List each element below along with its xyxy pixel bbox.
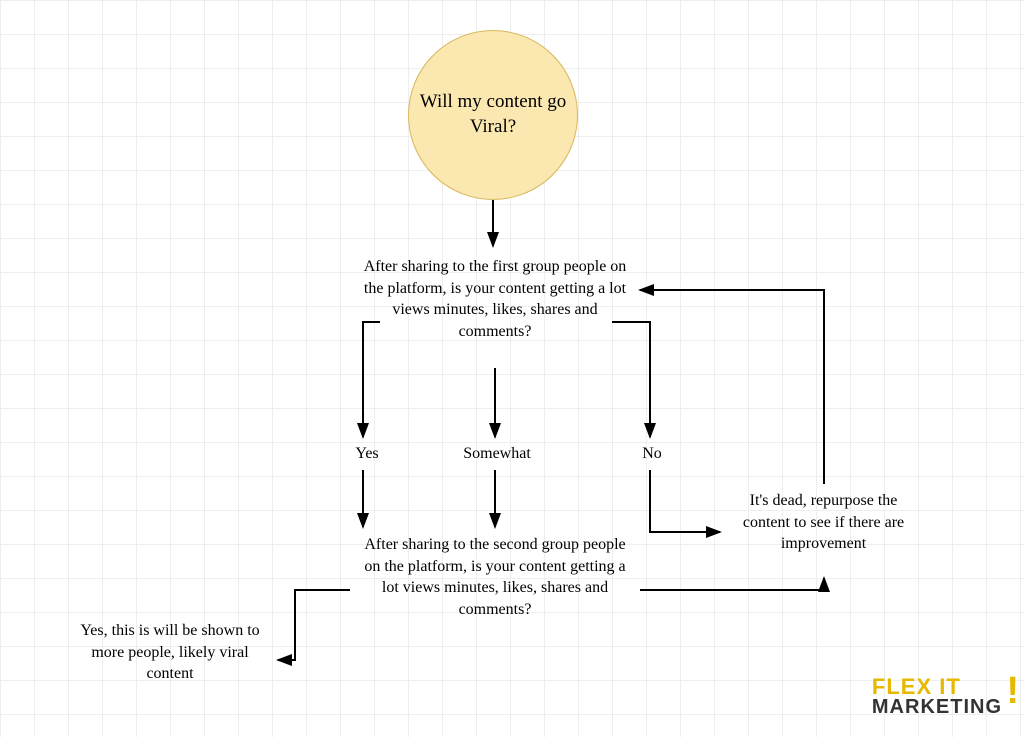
- logo-line-1: FLEX IT: [872, 677, 1002, 698]
- answer-somewhat-text: Somewhat: [463, 445, 531, 462]
- viral-text: Yes, this is will be shown to more peopl…: [80, 622, 259, 682]
- answer-no: No: [632, 445, 672, 463]
- viral-node: Yes, this is will be shown to more peopl…: [70, 620, 270, 685]
- answer-yes-text: Yes: [355, 445, 378, 462]
- question-2: After sharing to the second group people…: [355, 534, 635, 620]
- answer-no-text: No: [642, 445, 662, 462]
- start-node: Will my content go Viral?: [408, 30, 578, 200]
- dead-node: It's dead, repurpose the content to see …: [726, 490, 921, 555]
- logo-exclaim-icon: !: [1006, 673, 1020, 709]
- logo-line-2: MARKETING: [872, 698, 1002, 717]
- answer-yes: Yes: [337, 445, 397, 463]
- logo: FLEX IT MARKETING !: [872, 677, 1002, 717]
- answer-somewhat: Somewhat: [452, 445, 542, 463]
- question-1: After sharing to the first group people …: [360, 256, 630, 342]
- question-2-text: After sharing to the second group people…: [364, 536, 625, 618]
- dead-text: It's dead, repurpose the content to see …: [743, 492, 904, 552]
- question-1-text: After sharing to the first group people …: [364, 258, 627, 340]
- start-title: Will my content go Viral?: [419, 90, 567, 139]
- flowchart-canvas: Will my content go Viral? After sharing …: [0, 0, 1024, 737]
